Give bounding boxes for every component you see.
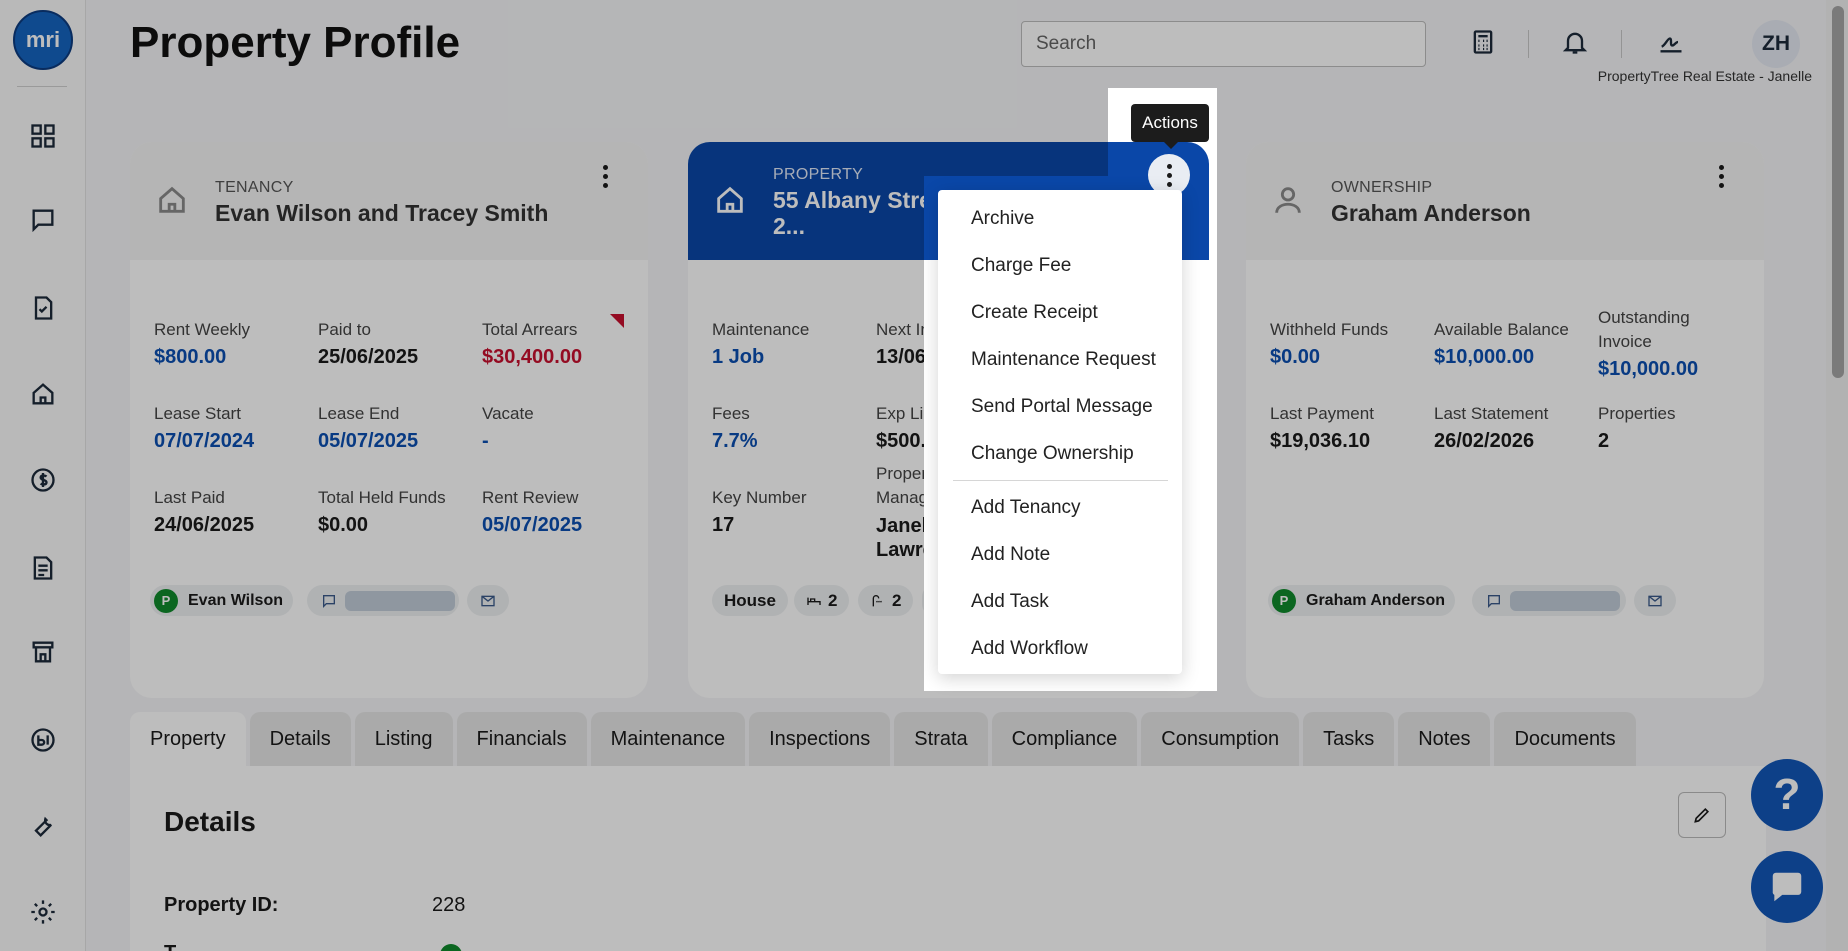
menu-item-send-portal-message[interactable]: Send Portal Message — [938, 383, 1182, 430]
menu-divider — [953, 480, 1168, 481]
menu-item-maintenance-request[interactable]: Maintenance Request — [938, 336, 1182, 383]
menu-item-charge-fee[interactable]: Charge Fee — [938, 242, 1182, 289]
menu-item-add-task[interactable]: Add Task — [938, 578, 1182, 625]
menu-item-add-workflow[interactable]: Add Workflow — [938, 625, 1182, 672]
menu-item-add-note[interactable]: Add Note — [938, 531, 1182, 578]
actions-tooltip: Actions — [1131, 104, 1209, 149]
menu-item-add-tenancy[interactable]: Add Tenancy — [938, 484, 1182, 531]
menu-item-change-ownership[interactable]: Change Ownership — [938, 430, 1182, 477]
menu-item-create-receipt[interactable]: Create Receipt — [938, 289, 1182, 336]
menu-item-archive[interactable]: Archive — [938, 195, 1182, 242]
actions-menu: Archive Charge Fee Create Receipt Mainte… — [938, 190, 1182, 674]
